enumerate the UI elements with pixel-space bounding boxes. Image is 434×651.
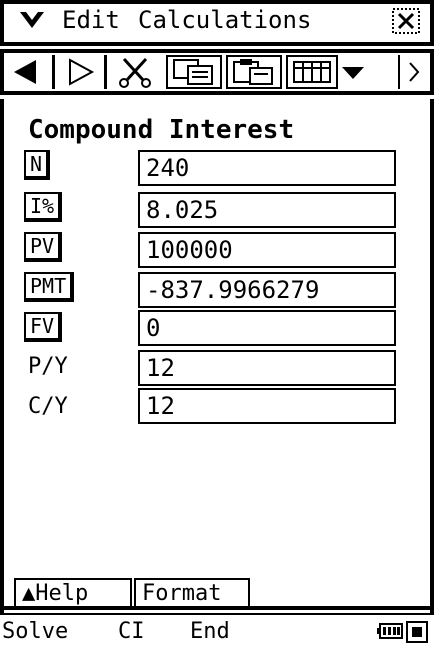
ci-button[interactable]: CI: [118, 618, 145, 646]
copy-button[interactable]: [166, 55, 222, 89]
window-toggle-icon[interactable]: [406, 621, 428, 643]
solve-button[interactable]: Solve: [2, 618, 68, 646]
next-button[interactable]: [58, 55, 102, 89]
previous-button[interactable]: [4, 55, 48, 89]
pmt-input[interactable]: -837.9966279: [138, 272, 396, 308]
toolbar-dropdown-button[interactable]: [338, 55, 368, 89]
cy-label: C/Y: [28, 394, 68, 419]
dropdown-icon: [342, 67, 364, 79]
paste-button[interactable]: [226, 55, 282, 89]
menu-chevron-icon[interactable]: [18, 8, 46, 32]
n-label-button[interactable]: N: [24, 150, 51, 180]
copy-icon: [173, 59, 213, 85]
py-input[interactable]: 12: [138, 350, 396, 386]
grid-button[interactable]: [286, 55, 338, 89]
paste-icon: [233, 59, 273, 85]
next-icon: [69, 58, 95, 86]
pv-label-button[interactable]: PV: [24, 232, 63, 262]
grid-icon: [293, 61, 331, 83]
pmt-label-button[interactable]: PMT: [24, 272, 75, 302]
scroll-right-icon: [409, 62, 420, 82]
n-input[interactable]: 240: [138, 150, 396, 186]
py-label: P/Y: [28, 354, 68, 379]
edit-menu[interactable]: Edit: [62, 4, 120, 36]
fv-label-button[interactable]: FV: [24, 312, 63, 342]
previous-icon: [14, 60, 36, 84]
interest-rate-label-button[interactable]: I%: [24, 192, 63, 222]
cut-icon: [119, 57, 151, 88]
tab-format[interactable]: Format: [134, 578, 250, 608]
toolbar-divider: [52, 55, 55, 89]
app-title: Calculations: [138, 6, 312, 34]
tab-help[interactable]: ▲Help: [14, 578, 132, 608]
toolbar-scroll-right-button[interactable]: [398, 55, 428, 89]
cy-input[interactable]: 12: [138, 388, 396, 424]
fv-input[interactable]: 0: [138, 310, 396, 346]
battery-icon: [377, 623, 403, 639]
page-title: Compound Interest: [28, 115, 295, 145]
interest-rate-input[interactable]: 8.025: [138, 192, 396, 228]
toolbar-divider: [104, 55, 107, 89]
close-icon[interactable]: [392, 8, 420, 34]
pv-input[interactable]: 100000: [138, 232, 396, 268]
end-button[interactable]: End: [190, 618, 230, 646]
cut-button[interactable]: [110, 55, 162, 89]
tab-divider: [0, 606, 434, 610]
